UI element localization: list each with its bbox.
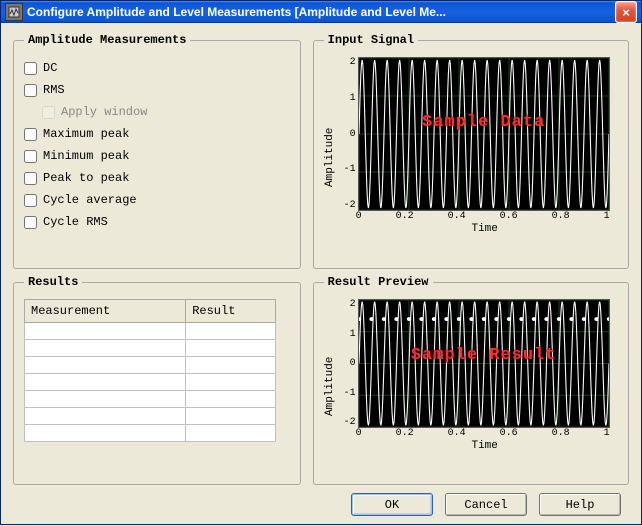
y-tick: 2 — [338, 57, 356, 68]
cycle-average-checkbox[interactable] — [24, 194, 37, 207]
input-signal-legend: Input Signal — [324, 33, 418, 47]
rms-checkbox-row[interactable]: RMS — [24, 79, 290, 101]
peak-to-peak-label: Peak to peak — [43, 171, 129, 185]
results-header-result[interactable]: Result — [186, 300, 276, 323]
results-legend: Results — [24, 275, 82, 289]
close-button[interactable]: × — [615, 1, 637, 23]
results-table[interactable]: Measurement Result — [24, 299, 276, 442]
cycle-rms-label: Cycle RMS — [43, 215, 108, 229]
dc-checkbox[interactable] — [24, 62, 37, 75]
x-axis-label: Time — [338, 440, 610, 454]
x-tick: 0 — [356, 428, 362, 440]
y-tick: -1 — [338, 164, 356, 175]
dialog-button-row: OK Cancel Help — [13, 485, 629, 518]
ok-button[interactable]: OK — [351, 493, 433, 516]
y-axis-label: Amplitude — [324, 299, 338, 454]
client-area: Amplitude Measurements DC RMS Apply wind… — [1, 23, 641, 526]
x-tick: 1 — [604, 428, 610, 440]
table-row[interactable] — [25, 374, 276, 391]
amplitude-measurements-legend: Amplitude Measurements — [24, 33, 190, 47]
y-tick: 1 — [338, 93, 356, 104]
apply-window-checkbox — [42, 106, 55, 119]
input-signal-chart: Amplitude2 1 0 -1 -2Sample Data0 0.2 0.4 0.6 0.8… — [324, 57, 610, 237]
help-button[interactable]: Help — [539, 493, 621, 516]
app-icon — [5, 3, 23, 21]
x-tick: 0.6 — [500, 211, 518, 223]
y-tick: 2 — [338, 299, 356, 310]
rms-label: RMS — [43, 83, 65, 97]
maximum-peak-checkbox[interactable] — [24, 128, 37, 141]
maximum-peak-label: Maximum peak — [43, 127, 129, 141]
dc-checkbox-row[interactable]: DC — [24, 57, 290, 79]
x-tick: 0.8 — [552, 428, 570, 440]
input-signal-group: Input Signal Amplitude2 1 0 -1 -2Sample Data… — [313, 33, 629, 269]
result-preview-group: Result Preview Amplitude2 1 0 -1 -2Sample Re… — [313, 275, 629, 485]
peak-to-peak-checkbox-row[interactable]: Peak to peak — [24, 167, 290, 189]
cancel-button[interactable]: Cancel — [445, 493, 527, 516]
minimum-peak-checkbox-row[interactable]: Minimum peak — [24, 145, 290, 167]
apply-window-label: Apply window — [61, 105, 147, 119]
window-title: Configure Amplitude and Level Measuremen… — [27, 5, 615, 19]
dc-label: DC — [43, 61, 57, 75]
table-row[interactable] — [25, 425, 276, 442]
table-row[interactable] — [25, 340, 276, 357]
table-row[interactable] — [25, 357, 276, 374]
y-tick: 0 — [338, 358, 356, 369]
x-tick: 0.2 — [396, 211, 414, 223]
minimum-peak-label: Minimum peak — [43, 149, 129, 163]
table-row[interactable] — [25, 323, 276, 340]
x-tick: 1 — [604, 211, 610, 223]
y-axis-label: Amplitude — [324, 57, 338, 237]
y-tick: -2 — [338, 200, 356, 211]
minimum-peak-checkbox[interactable] — [24, 150, 37, 163]
cycle-rms-checkbox[interactable] — [24, 216, 37, 229]
maximum-peak-checkbox-row[interactable]: Maximum peak — [24, 123, 290, 145]
x-axis-label: Time — [338, 223, 610, 237]
x-tick: 0 — [356, 211, 362, 223]
apply-window-checkbox-row: Apply window — [42, 101, 290, 123]
amplitude-measurements-group: Amplitude Measurements DC RMS Apply wind… — [13, 33, 301, 269]
result-preview-legend: Result Preview — [324, 275, 433, 289]
x-tick: 0.8 — [552, 211, 570, 223]
cycle-rms-checkbox-row[interactable]: Cycle RMS — [24, 211, 290, 233]
y-tick: -2 — [338, 417, 356, 428]
results-tbody — [25, 323, 276, 442]
results-group: Results Measurement Result — [13, 275, 301, 485]
x-tick: 0.4 — [448, 211, 466, 223]
plot-area: Sample Result — [358, 299, 610, 428]
table-row[interactable] — [25, 391, 276, 408]
table-row[interactable] — [25, 408, 276, 425]
x-tick: 0.4 — [448, 428, 466, 440]
y-tick: -1 — [338, 388, 356, 399]
titlebar[interactable]: Configure Amplitude and Level Measuremen… — [1, 1, 641, 23]
rms-checkbox[interactable] — [24, 84, 37, 97]
plot-area: Sample Data — [358, 57, 610, 211]
results-header-measurement[interactable]: Measurement — [25, 300, 186, 323]
dialog-window: Configure Amplitude and Level Measuremen… — [0, 0, 642, 525]
cycle-average-label: Cycle average — [43, 193, 137, 207]
cycle-average-checkbox-row[interactable]: Cycle average — [24, 189, 290, 211]
result-preview-chart: Amplitude2 1 0 -1 -2Sample Result0 0.2 0.4 0.6 0… — [324, 299, 610, 454]
y-tick: 1 — [338, 329, 356, 340]
x-tick: 0.2 — [396, 428, 414, 440]
x-tick: 0.6 — [500, 428, 518, 440]
y-tick: 0 — [338, 129, 356, 140]
peak-to-peak-checkbox[interactable] — [24, 172, 37, 185]
